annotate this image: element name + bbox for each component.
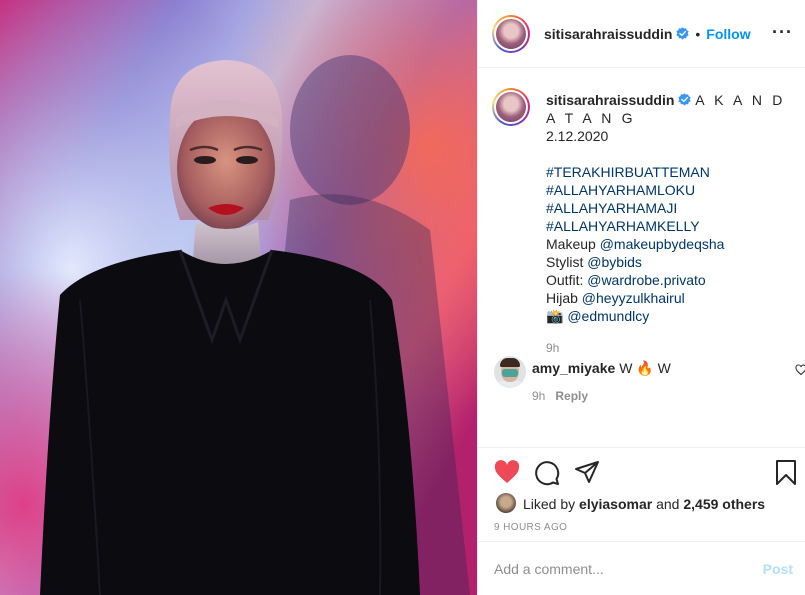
hashtag-link[interactable]: #TERAKHIRBUATTEMAN	[546, 163, 796, 181]
credit-line: Outfit: @wardrobe.privato	[546, 272, 706, 288]
mention-link[interactable]: @wardrobe.privato	[587, 272, 706, 288]
mention-link[interactable]: @edmundlcy	[567, 308, 649, 324]
comment-text: W 🔥 W	[619, 360, 671, 376]
reply-button[interactable]: Reply	[555, 389, 588, 403]
mention-link[interactable]: @bybids	[587, 254, 642, 270]
verified-badge-icon	[678, 93, 692, 106]
credit-line: Stylist @bybids	[546, 254, 642, 270]
commenter-username[interactable]: amy_miyake	[532, 360, 615, 376]
comment-bubble-icon[interactable]	[534, 460, 560, 486]
likes-summary: Liked by elyiasomar and 2,459 others	[478, 491, 805, 519]
credit-line: 📸 @edmundlcy	[546, 307, 796, 325]
add-comment-bar: Add a comment... Post	[478, 541, 805, 595]
caption-username[interactable]: sitisarahraissuddin	[546, 92, 674, 108]
hashtag-link[interactable]: #ALLAHYARHAMLOKU	[546, 181, 796, 199]
author-username[interactable]: sitisarahraissuddin	[544, 26, 672, 42]
comment-body: amy_miyake W 🔥 W	[532, 359, 671, 377]
comments-area: sitisarahraissuddin A K A N D A T A N G …	[478, 68, 805, 447]
post-header: sitisarahraissuddin • Follow ···	[478, 0, 805, 68]
caption-avatar[interactable]	[492, 88, 530, 126]
add-comment-input[interactable]: Add a comment...	[494, 561, 604, 577]
post-photo[interactable]	[0, 0, 477, 595]
credit-line: Makeup @makeupbydeqsha	[546, 236, 725, 252]
credit-line: Hijab @heyyzulkhairul	[546, 290, 685, 306]
comment-timestamp[interactable]: 9h	[532, 389, 545, 403]
mention-link[interactable]: @heyyzulkhairul	[582, 290, 685, 306]
hashtag-link[interactable]: #ALLAHYARHAMKELLY	[546, 217, 796, 235]
comment-meta: 9h Reply	[532, 389, 588, 403]
post-time-ago[interactable]: 9 HOURS AGO	[478, 519, 805, 541]
post-side-panel: sitisarahraissuddin • Follow ··· sitisar…	[477, 0, 805, 595]
post-comment-button[interactable]: Post	[763, 561, 793, 577]
liker-avatar[interactable]	[496, 493, 516, 513]
verified-badge-icon	[676, 27, 690, 40]
separator-dot: •	[695, 25, 701, 42]
caption-body: sitisarahraissuddin A K A N D A T A N G …	[546, 91, 796, 357]
instagram-post-view: sitisarahraissuddin • Follow ··· sitisar…	[0, 0, 805, 595]
more-options-icon[interactable]: ···	[772, 23, 793, 41]
save-bookmark-icon[interactable]	[775, 460, 797, 486]
author-avatar[interactable]	[492, 14, 530, 53]
action-bar	[478, 447, 805, 491]
portrait-image	[0, 0, 477, 595]
likes-count-link[interactable]: 2,459 others	[683, 496, 765, 512]
caption-date: 2.12.2020	[546, 128, 609, 144]
mention-link[interactable]: @makeupbydeqsha	[600, 236, 725, 252]
follow-button[interactable]: Follow	[706, 26, 750, 42]
caption-timestamp[interactable]: 9h	[546, 339, 796, 357]
commenter-avatar[interactable]	[494, 356, 526, 388]
like-heart-icon[interactable]	[494, 460, 520, 484]
share-paper-plane-icon[interactable]	[574, 460, 600, 484]
like-comment-heart-icon[interactable]	[795, 364, 805, 376]
liker-username[interactable]: elyiasomar	[579, 496, 652, 512]
camera-icon: 📸	[546, 308, 568, 324]
hashtag-link[interactable]: #ALLAHYARHAMAJI	[546, 199, 796, 217]
